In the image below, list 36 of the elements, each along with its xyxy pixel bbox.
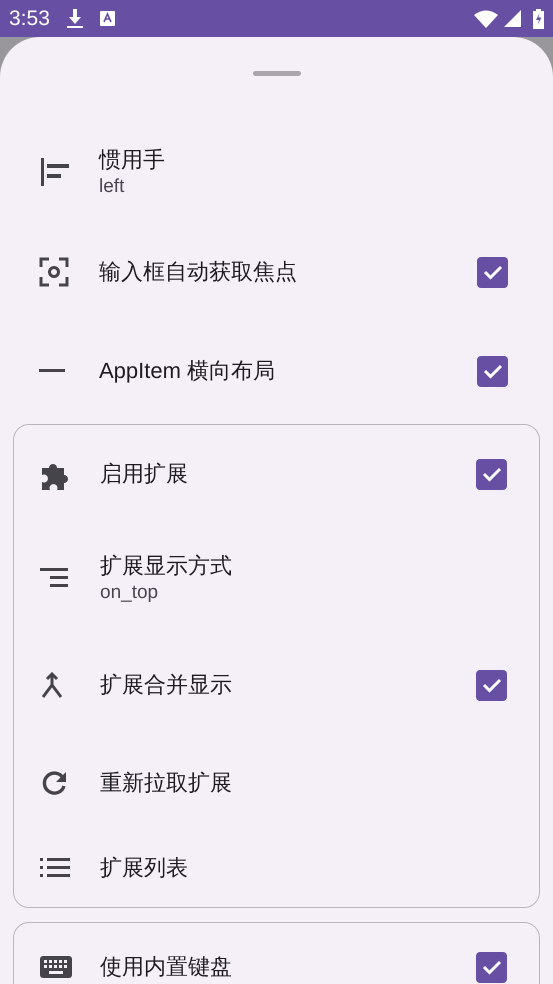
checkbox[interactable] bbox=[477, 356, 508, 386]
setting-title[interactable]: 扩展显示方式 bbox=[100, 551, 539, 581]
refresh-icon bbox=[40, 769, 68, 797]
setting-title[interactable]: 启用扩展 bbox=[100, 459, 476, 489]
setting-title[interactable]: 惯用手 bbox=[99, 145, 540, 175]
keyboard-icon bbox=[40, 956, 72, 978]
checkbox[interactable] bbox=[477, 256, 508, 288]
wifi-icon bbox=[474, 10, 498, 28]
setting-title[interactable]: 扩展合并显示 bbox=[100, 670, 476, 700]
signal-icon bbox=[504, 10, 521, 27]
setting-title[interactable]: 输入框自动获取焦点 bbox=[99, 257, 477, 287]
setting-title[interactable]: AppItem 横向布局 bbox=[99, 356, 477, 386]
setting-value: left bbox=[99, 175, 126, 199]
drag-handle[interactable] bbox=[252, 71, 300, 76]
setting-title[interactable]: 扩展列表 bbox=[100, 853, 539, 883]
checkbox[interactable] bbox=[476, 670, 507, 700]
checkbox[interactable] bbox=[476, 952, 507, 982]
check-icon bbox=[482, 466, 502, 482]
sort-lines-icon bbox=[40, 568, 68, 588]
setting-title[interactable]: 重新拉取扩展 bbox=[100, 768, 539, 798]
focus-icon bbox=[39, 257, 69, 287]
status-time: 3:53 bbox=[9, 6, 50, 32]
download-icon bbox=[66, 8, 84, 28]
keyboard-app-icon bbox=[100, 11, 115, 26]
checkbox[interactable] bbox=[476, 458, 507, 490]
check-icon bbox=[482, 363, 502, 379]
align-left-icon bbox=[39, 156, 71, 188]
battery-icon bbox=[533, 8, 544, 28]
check-icon bbox=[482, 264, 502, 280]
list-icon bbox=[40, 858, 70, 878]
merge-icon bbox=[40, 671, 64, 699]
minus-icon bbox=[39, 369, 65, 373]
check-icon bbox=[482, 677, 502, 693]
check-icon bbox=[482, 959, 502, 975]
setting-value: on_top bbox=[100, 581, 160, 605]
setting-title[interactable]: 使用内置键盘 bbox=[100, 952, 476, 982]
